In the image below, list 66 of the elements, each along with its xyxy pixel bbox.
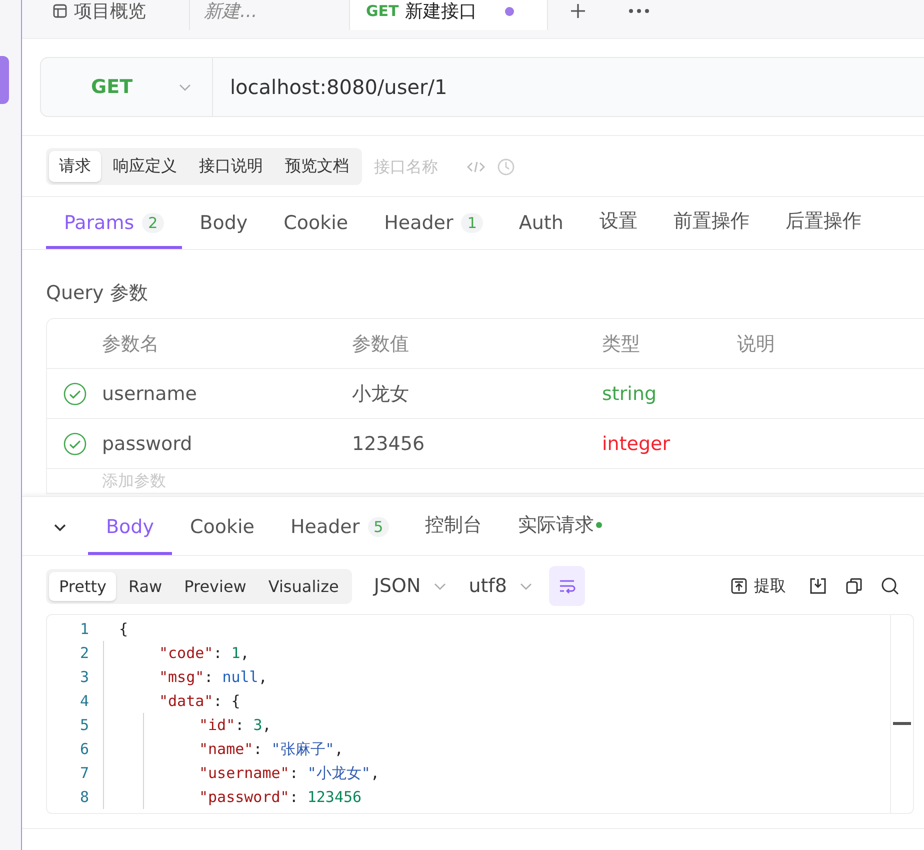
copy-icon[interactable] [844, 576, 864, 596]
type-label: integer [602, 432, 670, 454]
code-line: "name": "张麻子", [199, 740, 344, 758]
format-select[interactable]: JSON [374, 575, 447, 597]
layout-icon [52, 3, 68, 19]
doc-tab[interactable]: 请求 [49, 151, 101, 182]
document-tab[interactable]: GET 新建接口 [350, 0, 548, 30]
url-field[interactable]: localhost:8080/user/1 [213, 57, 924, 117]
table-cell-text: password [102, 432, 194, 454]
code-line: "password": 123456 [199, 788, 362, 806]
line-number: 2 [78, 644, 89, 662]
check-icon[interactable] [62, 382, 86, 406]
code-line: "msg": null, [159, 668, 268, 686]
request-tab[interactable]: 前置操作 [655, 208, 768, 249]
line-number: 7 [78, 764, 89, 782]
column-header: 参数值 [352, 332, 410, 356]
table-cell-text: 小龙女 [352, 382, 410, 406]
doc-tab[interactable]: 响应定义 [103, 151, 187, 182]
line-number: 4 [78, 692, 89, 710]
line-number: 1 [78, 620, 89, 638]
code-line: { [119, 620, 128, 638]
response-tab[interactable]: Body [88, 516, 172, 555]
response-tab[interactable]: 控制台 [407, 512, 500, 555]
column-header: 参数名 [102, 332, 160, 356]
search-icon[interactable] [880, 576, 900, 596]
code-line: "username": "小龙女", [199, 764, 380, 782]
view-mode-tab[interactable]: Pretty [49, 572, 116, 600]
line-number: 5 [78, 716, 89, 734]
code-line: "code": 1, [159, 644, 250, 662]
column-header: 类型 [602, 332, 641, 356]
response-tab[interactable]: Header 5 [272, 516, 408, 555]
request-tab[interactable]: Params 2 [46, 212, 182, 249]
view-mode-tab[interactable]: Raw [118, 572, 172, 600]
type-label: string [602, 382, 657, 404]
request-tab[interactable]: Auth [500, 212, 582, 249]
view-mode-tab[interactable]: Preview [174, 572, 256, 600]
section-title: Query 参数 [46, 281, 149, 306]
document-tab[interactable]: 项目概览 [22, 0, 190, 30]
table-cell-text: username [102, 382, 198, 404]
code-line: "data": { [159, 692, 240, 710]
response-tab[interactable]: Cookie [172, 516, 272, 555]
check-icon[interactable] [62, 432, 86, 456]
extract-button[interactable]: 提取 [724, 574, 792, 598]
request-tab[interactable]: 设置 [581, 208, 656, 249]
encoding-select[interactable]: utf8 [468, 575, 533, 597]
code-line: "id": 3, [199, 716, 272, 734]
request-tab[interactable]: Cookie [266, 212, 366, 249]
more-icon[interactable] [628, 7, 650, 15]
table-cell-text: 123456 [352, 432, 426, 454]
column-header: 说明 [737, 332, 776, 356]
sidebar-indicator [0, 56, 9, 104]
line-number: 8 [78, 788, 89, 806]
request-tab[interactable]: Header 1 [366, 212, 501, 249]
response-tab[interactable]: 实际请求 [500, 512, 620, 555]
line-number: 3 [78, 668, 89, 686]
request-tab[interactable]: 后置操作 [767, 208, 880, 249]
request-tab[interactable]: Body [182, 212, 266, 249]
scrollbar[interactable] [890, 615, 913, 813]
doc-tab[interactable]: 接口说明 [189, 151, 273, 182]
upload-icon [730, 577, 748, 595]
view-mode-tab[interactable]: Visualize [258, 572, 349, 600]
plus-icon[interactable] [568, 1, 588, 21]
wrap-lines-button[interactable] [548, 566, 585, 606]
download-icon[interactable] [808, 576, 828, 596]
line-number: 6 [78, 740, 89, 758]
doc-tab[interactable]: 预览文档 [275, 151, 359, 182]
